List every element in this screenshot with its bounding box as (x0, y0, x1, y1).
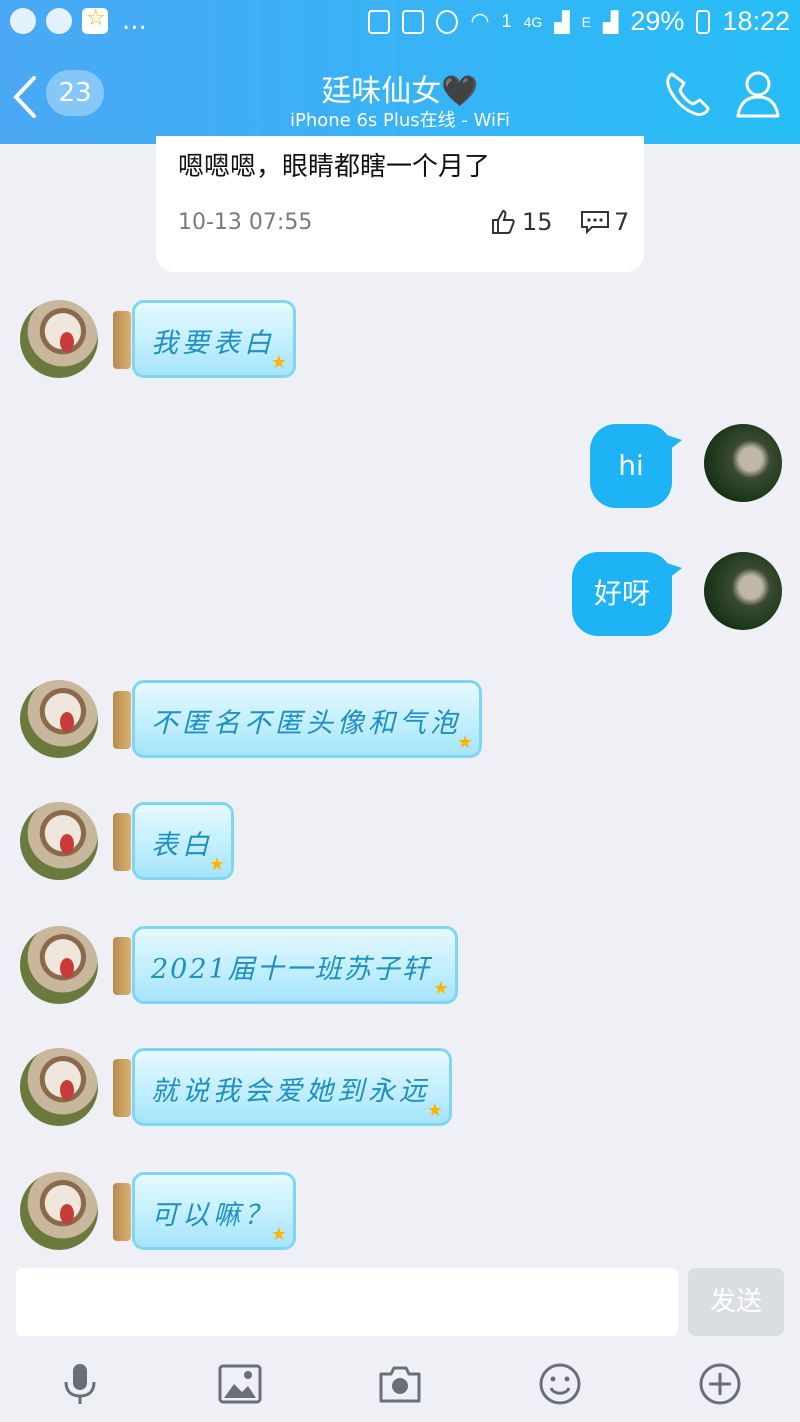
post-time: 10-13 07:55 (178, 210, 313, 235)
microphone-icon[interactable] (58, 1362, 102, 1406)
contact-avatar[interactable] (20, 1172, 98, 1250)
message-bubble-received[interactable]: 2021届十一班苏子轩 ★ (113, 926, 458, 1004)
contact-profile-icon[interactable] (734, 68, 782, 120)
star-decoration-icon: ★ (426, 1100, 443, 1121)
message-input[interactable] (16, 1268, 678, 1336)
like-count-value: 15 (522, 208, 553, 236)
message-bubble-received[interactable]: 就说我会爱她到永远 ★ (113, 1048, 452, 1126)
contact-avatar[interactable] (20, 802, 98, 880)
message-text: 可以嘛？ (151, 1200, 275, 1231)
plus-icon[interactable] (698, 1362, 742, 1406)
status-system: ◠ 1 4G ▟ E ▟ 29% 18:22 (368, 6, 790, 37)
battery-icon (696, 9, 711, 34)
clock: 18:22 (722, 6, 790, 36)
message-bubble-received[interactable]: 我要表白 ★ (113, 300, 296, 378)
message-bubble-sent[interactable]: 好呀 (572, 552, 682, 636)
alarm-icon (436, 9, 459, 34)
shared-post-card[interactable]: 嗯嗯嗯，眼睛都瞎一个月了 10-13 07:55 15 7 (156, 136, 644, 272)
qq-icon (10, 8, 36, 34)
thumbs-up-icon (492, 209, 515, 234)
network-type: 4G (523, 13, 543, 30)
contact-avatar[interactable] (20, 680, 98, 758)
chat-header: 23 廷味仙女🖤 iPhone 6s Plus在线 - WiFi (0, 48, 800, 144)
comment-count[interactable]: 7 (580, 208, 629, 236)
star-decoration-icon: ★ (456, 732, 473, 753)
nfc-icon (368, 9, 391, 34)
star-decoration-icon: ★ (270, 352, 287, 373)
message-bubble-received[interactable]: 不匿名不匿头像和气泡 ★ (113, 680, 482, 758)
message-text: 表白 (151, 830, 213, 861)
star-decoration-icon: ★ (208, 854, 225, 875)
sim-indicator: 1 (501, 11, 512, 31)
my-avatar[interactable] (704, 552, 782, 630)
like-count[interactable]: 15 (490, 208, 553, 236)
signal-icon-2: ▟ (602, 9, 619, 34)
message-text: 2021届十一班苏子轩 (151, 954, 431, 985)
phone-call-icon[interactable] (662, 68, 714, 120)
message-bubble-received[interactable]: 可以嘛？ ★ (113, 1172, 296, 1250)
camera-icon[interactable] (378, 1362, 422, 1406)
status-bar: ... ◠ 1 4G ▟ E ▟ 29% 18:22 (0, 0, 800, 48)
message-bubble-sent[interactable]: hi (590, 424, 682, 508)
star-app-icon (82, 6, 108, 34)
send-button[interactable]: 发送 (688, 1268, 784, 1336)
star-decoration-icon: ★ (270, 1224, 287, 1245)
contact-avatar[interactable] (20, 926, 98, 1004)
more-notifications: ... (122, 6, 147, 36)
mute-icon (402, 9, 425, 34)
wifi-icon: ◠ (470, 9, 490, 34)
my-avatar[interactable] (704, 424, 782, 502)
comment-count-value: 7 (614, 208, 630, 236)
emoji-icon[interactable] (538, 1362, 582, 1406)
post-text: 嗯嗯嗯，眼睛都瞎一个月了 (178, 152, 491, 182)
comment-icon (581, 211, 609, 234)
battery-percent: 29% (630, 6, 685, 36)
star-decoration-icon: ★ (432, 978, 449, 999)
contact-avatar[interactable] (20, 1048, 98, 1126)
network-type-2: E (581, 13, 591, 30)
message-text: 不匿名不匿头像和气泡 (151, 708, 461, 739)
message-text: 我要表白 (151, 328, 275, 359)
signal-icon: ▟ (554, 9, 570, 34)
message-text: 就说我会爱她到永远 (151, 1076, 430, 1107)
image-icon[interactable] (218, 1362, 262, 1406)
message-bubble-received[interactable]: 表白 ★ (113, 802, 234, 880)
contact-avatar[interactable] (20, 300, 98, 378)
wechat-icon (46, 8, 72, 34)
status-notifications: ... (10, 6, 147, 36)
